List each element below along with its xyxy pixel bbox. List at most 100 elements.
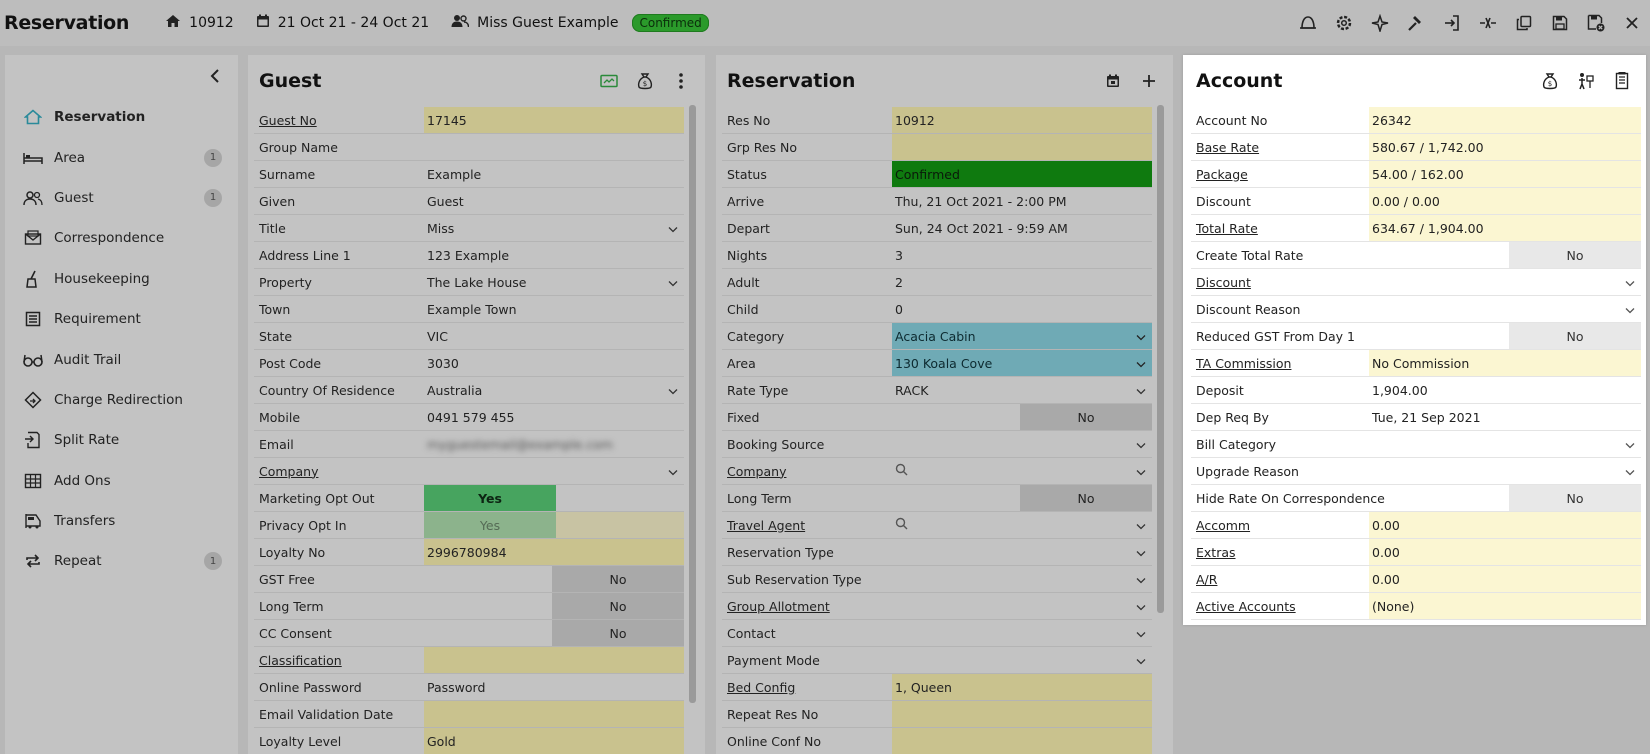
sidebar-item-charge-redirection[interactable]: Charge Redirection — [5, 380, 238, 420]
toggle-no[interactable]: No — [1509, 323, 1641, 349]
chevron-down-icon[interactable] — [668, 464, 678, 479]
sidebar-item-add-ons[interactable]: Add Ons — [5, 461, 238, 501]
field-town[interactable]: Town Example Town — [254, 296, 684, 323]
toggle-no[interactable]: No — [1509, 242, 1641, 268]
field-extras[interactable]: Extras 0.00 — [1191, 539, 1641, 566]
field-group-name[interactable]: Group Name — [254, 134, 684, 161]
chevron-down-icon[interactable] — [1136, 518, 1146, 533]
payment-mode-select[interactable] — [892, 647, 1152, 673]
field-value[interactable]: 3030 — [424, 350, 684, 376]
field-label[interactable]: Classification — [254, 647, 424, 673]
field-gst-free[interactable]: GST Free No — [254, 566, 684, 593]
field-ar[interactable]: A/R 0.00 — [1191, 566, 1641, 593]
field-mobile[interactable]: Mobile 0491 579 455 — [254, 404, 684, 431]
reduced-gst-toggle[interactable]: No — [1369, 323, 1641, 349]
save-icon[interactable] — [1542, 0, 1578, 46]
field-category[interactable]: Category Acacia Cabin — [722, 323, 1152, 350]
create-total-rate-toggle[interactable]: No — [1369, 242, 1641, 268]
company-search-select[interactable] — [892, 458, 1152, 484]
field-value[interactable]: Tue, 21 Sep 2021 — [1369, 404, 1641, 430]
sidebar-item-repeat[interactable]: Repeat 1 — [5, 541, 238, 581]
travel-agent-search-select[interactable] — [892, 512, 1152, 538]
field-classification[interactable]: Classification — [254, 647, 684, 674]
field-value[interactable]: Example — [424, 161, 684, 187]
toggle-yes[interactable]: Yes — [424, 485, 556, 511]
field-value[interactable]: 123 Example — [424, 242, 684, 268]
field-surname[interactable]: Surname Example — [254, 161, 684, 188]
field-label[interactable]: Accomm — [1191, 512, 1369, 538]
sidebar-item-split-rate[interactable]: Split Rate — [5, 420, 238, 460]
receipt-icon[interactable] — [1604, 63, 1640, 99]
toggle-no[interactable]: No — [1020, 485, 1152, 511]
sidebar-item-guest[interactable]: Guest 1 — [5, 178, 238, 218]
field-adult[interactable]: Adult 2 — [722, 269, 1152, 296]
check-in-icon[interactable] — [1434, 0, 1470, 46]
chevron-down-icon[interactable] — [668, 275, 678, 290]
field-value[interactable]: Guest — [424, 188, 684, 214]
field-active-accounts[interactable]: Active Accounts (None) — [1191, 593, 1641, 620]
toggle-no[interactable]: No — [552, 566, 684, 592]
field-value[interactable]: 0491 579 455 — [424, 404, 684, 430]
field-rate-type[interactable]: Rate Type RACK — [722, 377, 1152, 404]
field-country[interactable]: Country Of Residence Australia — [254, 377, 684, 404]
field-res-no[interactable]: Res No 10912 — [722, 107, 1152, 134]
hide-rate-toggle[interactable]: No — [1369, 485, 1641, 511]
field-fixed[interactable]: Fixed No — [722, 404, 1152, 431]
field-label[interactable]: Discount — [1191, 269, 1369, 295]
id-card-icon[interactable] — [591, 63, 627, 99]
field-upgrade-reason[interactable]: Upgrade Reason — [1191, 458, 1641, 485]
toggle-no[interactable]: No — [1020, 404, 1152, 430]
cc-consent-toggle[interactable]: No — [424, 620, 684, 646]
chevron-down-icon[interactable] — [1136, 464, 1146, 479]
sidebar-item-housekeeping[interactable]: Housekeeping — [5, 259, 238, 299]
field-long-term[interactable]: Long Term No — [254, 593, 684, 620]
chevron-down-icon[interactable] — [1625, 437, 1635, 452]
field-title[interactable]: Title Miss — [254, 215, 684, 242]
sidebar-item-correspondence[interactable]: Correspondence — [5, 218, 238, 258]
upgrade-reason-select[interactable] — [1369, 458, 1641, 484]
chevron-down-icon[interactable] — [1136, 572, 1146, 587]
chevron-down-icon[interactable] — [1136, 437, 1146, 452]
company-select[interactable] — [424, 458, 684, 484]
chevron-down-icon[interactable] — [668, 221, 678, 236]
field-group-allotment[interactable]: Group Allotment — [722, 593, 1152, 620]
field-account-no[interactable]: Account No 26342 — [1191, 107, 1641, 134]
chevron-down-icon[interactable] — [668, 383, 678, 398]
field-discount-reason[interactable]: Discount Reason — [1191, 296, 1641, 323]
fixed-toggle[interactable]: No — [892, 404, 1152, 430]
field-label[interactable]: Travel Agent — [722, 512, 892, 538]
field-value[interactable]: 0 — [892, 296, 1152, 322]
field-hide-rate[interactable]: Hide Rate On Correspondence No — [1191, 485, 1641, 512]
field-bill-category[interactable]: Bill Category — [1191, 431, 1641, 458]
field-arrive[interactable]: Arrive Thu, 21 Oct 2021 - 2:00 PM — [722, 188, 1152, 215]
money-bag-icon[interactable]: $ — [1532, 63, 1568, 99]
gst-toggle[interactable]: No — [424, 566, 684, 592]
field-value[interactable]: Example Town — [424, 296, 684, 322]
split-icon[interactable] — [1470, 0, 1506, 46]
marketing-toggle[interactable]: Yes — [424, 485, 684, 511]
field-bed-config[interactable]: Bed Config 1, Queen — [722, 674, 1152, 701]
field-travel-agent[interactable]: Travel Agent — [722, 512, 1152, 539]
toggle-no[interactable]: No — [552, 593, 684, 619]
field-label[interactable]: A/R — [1191, 566, 1369, 592]
group-allotment-select[interactable] — [892, 593, 1152, 619]
person-sign-icon[interactable] — [1568, 63, 1604, 99]
sidebar-item-reservation[interactable]: Reservation — [5, 97, 238, 137]
reservation-type-select[interactable] — [892, 539, 1152, 565]
field-res-company[interactable]: Company — [722, 458, 1152, 485]
property-select[interactable]: The Lake House — [424, 269, 684, 295]
sidebar-item-area[interactable]: Area 1 — [5, 137, 238, 177]
reservation-scrollbar[interactable] — [1157, 105, 1164, 613]
field-online-password[interactable]: Online Password Password — [254, 674, 684, 701]
hammer-icon[interactable] — [1398, 0, 1434, 46]
field-label[interactable]: Company — [254, 458, 424, 484]
chevron-down-icon[interactable] — [1136, 599, 1146, 614]
chevron-down-icon[interactable] — [1625, 275, 1635, 290]
sidebar-item-transfers[interactable]: Transfers — [5, 501, 238, 541]
toggle-yes[interactable]: Yes — [424, 512, 556, 538]
title-select[interactable]: Miss — [424, 215, 684, 241]
guest-scrollbar[interactable] — [689, 105, 696, 703]
chevron-down-icon[interactable] — [1136, 626, 1146, 641]
field-label[interactable]: Base Rate — [1191, 134, 1369, 160]
field-label[interactable]: TA Commission — [1191, 350, 1369, 376]
